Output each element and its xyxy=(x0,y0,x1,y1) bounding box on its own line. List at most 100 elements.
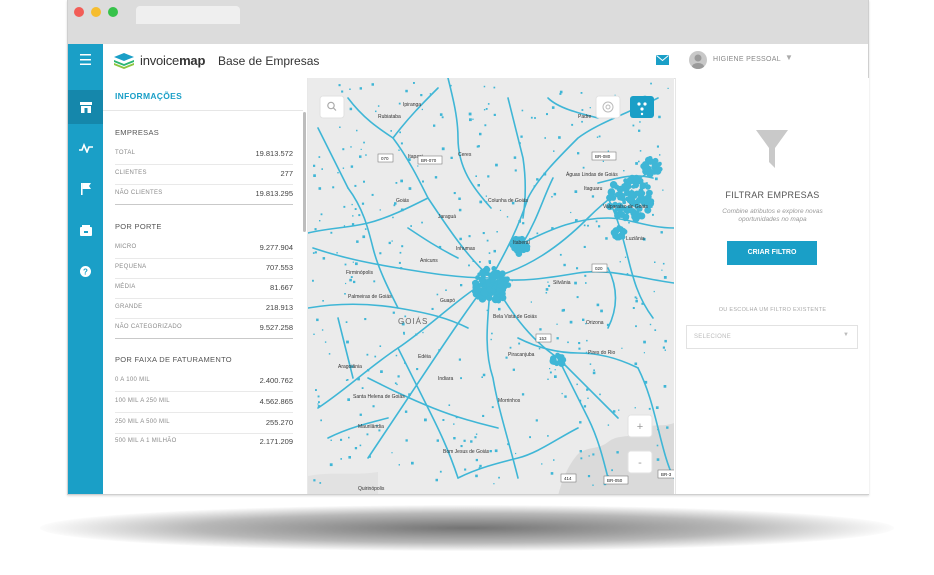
company-point xyxy=(486,309,488,312)
company-cluster-point xyxy=(639,185,644,190)
company-point xyxy=(392,311,395,314)
company-point xyxy=(468,112,472,116)
place-label: Rubiataba xyxy=(378,114,401,120)
company-point xyxy=(578,347,581,350)
close-dot[interactable] xyxy=(74,7,84,17)
company-point xyxy=(666,426,669,429)
filter-select[interactable]: SELECIONE ▼ xyxy=(686,325,858,349)
layers-button[interactable] xyxy=(595,95,621,119)
zoom-out-button[interactable]: - xyxy=(627,450,653,474)
company-point xyxy=(474,436,477,439)
company-point xyxy=(340,458,342,460)
points-button[interactable] xyxy=(630,96,654,118)
company-point xyxy=(313,174,316,177)
company-point xyxy=(643,352,645,354)
scrollbar[interactable] xyxy=(303,112,306,232)
company-point xyxy=(477,145,480,148)
company-point xyxy=(442,419,445,421)
company-point xyxy=(653,290,655,293)
company-point xyxy=(388,241,391,245)
search-button[interactable] xyxy=(319,95,345,119)
nav-item-companies[interactable] xyxy=(68,90,103,124)
company-cluster-point xyxy=(633,181,637,186)
company-point xyxy=(397,375,400,378)
company-cluster-point xyxy=(624,192,629,197)
company-point xyxy=(513,156,517,159)
minimize-dot[interactable] xyxy=(91,7,101,17)
company-cluster-point xyxy=(554,362,559,367)
company-point xyxy=(549,368,551,370)
filter-subtitle: Combine atributos e explore novas oportu… xyxy=(722,208,823,223)
company-point xyxy=(605,237,608,240)
company-point xyxy=(356,129,358,132)
company-point xyxy=(493,483,495,485)
place-label: Aragoiânia xyxy=(338,364,362,370)
company-point xyxy=(522,222,525,225)
stat-row: 250 MIL A 500 MIL 255.270 xyxy=(115,413,293,434)
place-label: Itaberaí xyxy=(513,240,531,246)
company-point xyxy=(538,347,541,350)
company-point xyxy=(479,132,482,136)
company-point xyxy=(380,370,383,373)
company-point xyxy=(576,383,578,386)
company-point xyxy=(536,178,539,181)
company-point xyxy=(554,375,557,378)
company-point xyxy=(400,208,404,212)
company-point xyxy=(351,203,353,206)
company-point xyxy=(663,385,667,388)
company-point xyxy=(479,464,482,468)
user-name[interactable]: HIGIENE PESSOAL xyxy=(713,56,781,63)
company-point xyxy=(667,87,669,89)
chevron-down-icon[interactable]: ▼ xyxy=(785,53,793,62)
info-panel: INFORMAÇÕES EMPRESAS TOTAL 19.813.572 CLI… xyxy=(103,78,308,494)
logo-icon xyxy=(114,53,134,69)
company-point xyxy=(521,393,525,396)
company-point xyxy=(458,208,462,212)
company-point xyxy=(543,172,547,176)
place-label: Orizona xyxy=(586,320,604,326)
nav-item-inbox[interactable] xyxy=(68,213,103,247)
company-point xyxy=(491,406,494,409)
company-cluster-point xyxy=(654,167,662,175)
browser-tab[interactable] xyxy=(136,6,240,24)
menu-button[interactable]: ☰ xyxy=(68,44,103,78)
company-point xyxy=(350,146,352,148)
company-point xyxy=(586,388,589,391)
company-point xyxy=(498,307,501,311)
company-point xyxy=(507,443,510,446)
company-point xyxy=(324,341,327,343)
zoom-dot[interactable] xyxy=(108,7,118,17)
avatar[interactable] xyxy=(689,51,707,69)
create-filter-button[interactable]: CRIAR FILTRO xyxy=(727,241,817,265)
stat-row: MICRO 9.277.904 xyxy=(115,238,293,259)
company-point xyxy=(632,124,635,127)
nav-item-analytics[interactable] xyxy=(68,131,103,165)
company-point xyxy=(656,458,660,461)
mail-icon[interactable] xyxy=(656,55,669,65)
company-point xyxy=(592,484,594,486)
company-point xyxy=(616,451,619,454)
select-placeholder: SELECIONE xyxy=(694,334,732,340)
nav-item-flags[interactable] xyxy=(68,172,103,206)
map-canvas[interactable]: RubiatabaIpirangaPadreItapaci CeresÁguas … xyxy=(308,78,674,494)
info-title: INFORMAÇÕES xyxy=(115,91,183,101)
company-point xyxy=(398,149,400,151)
map-view[interactable]: Rubiataba Ipiranga Padre Itapaci Ceres Águas … xyxy=(308,78,674,494)
company-point xyxy=(332,186,335,189)
svg-text:414: 414 xyxy=(564,476,572,481)
stat-value: 81.667 xyxy=(270,283,293,292)
company-point xyxy=(436,293,439,296)
company-point xyxy=(483,85,486,88)
company-point xyxy=(576,267,579,270)
company-point xyxy=(580,92,583,94)
company-point xyxy=(490,338,492,341)
company-point xyxy=(598,225,601,228)
company-point xyxy=(313,479,316,482)
company-point xyxy=(316,318,319,322)
company-point xyxy=(593,369,595,371)
zoom-in-button[interactable]: + xyxy=(627,414,653,438)
nav-item-help[interactable]: ? xyxy=(68,254,103,288)
place-label: Padre xyxy=(578,114,592,120)
company-point xyxy=(656,145,659,148)
company-point xyxy=(366,353,369,356)
